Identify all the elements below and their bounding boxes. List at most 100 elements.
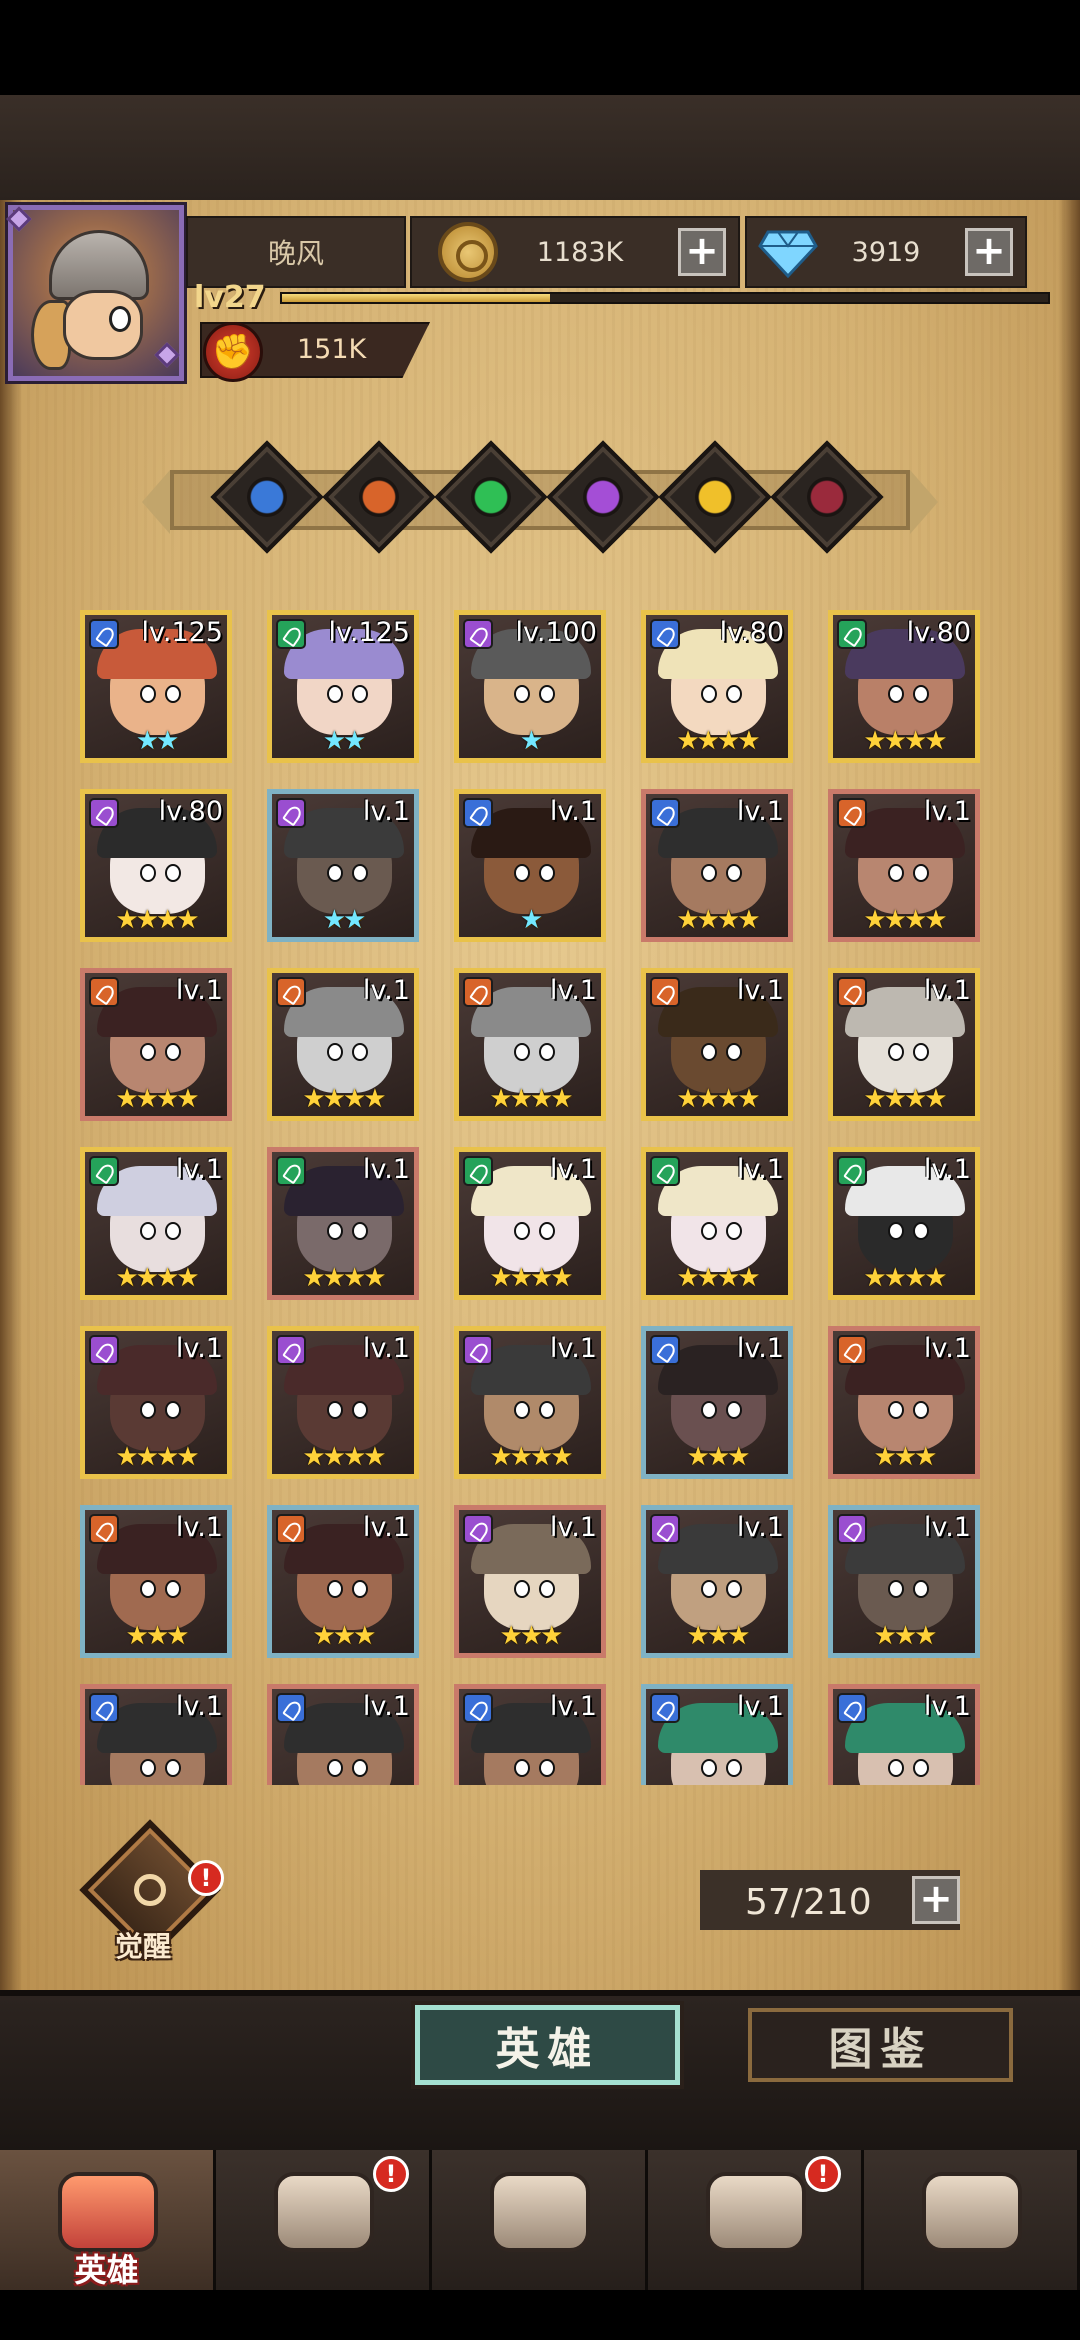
hero-card[interactable]: lv.1 ★★★★ [828,968,980,1121]
hero-card[interactable]: lv.1 ★★★ [641,1326,793,1479]
hero-card[interactable]: lv.1 ★★★ [267,1505,419,1658]
hero-portrait-eye [140,1222,156,1240]
nav-item-1[interactable]: 英雄 [0,2150,216,2290]
hero-class-icon [89,619,119,649]
hero-card[interactable]: lv.1 ★★★★ [641,1147,793,1300]
hero-level: lv.1 [362,1154,410,1185]
hero-card[interactable]: lv.1 ★★★★ [641,968,793,1121]
hero-level: lv.1 [362,1691,410,1722]
nav-item-4[interactable]: ! [648,2150,864,2290]
hero-card[interactable]: lv.1 ★★★★ [828,1147,980,1300]
hero-portrait-eye [726,1759,742,1777]
hero-card[interactable]: lv.1 ★★★ [454,1505,606,1658]
hero-class-icon [463,619,493,649]
add-gold-button[interactable]: + [678,228,726,276]
hero-card[interactable]: lv.80 ★★★★ [80,789,232,942]
filter-right-arrow-icon[interactable] [910,470,938,534]
hero-card[interactable]: lv.1 ★★★★ [641,789,793,942]
hero-portrait-eye [888,685,904,703]
hero-portrait-eye [726,864,742,882]
hero-stars: ★★★★ [676,905,760,935]
hero-card[interactable]: lv.1 ★★★★ [454,1147,606,1300]
hero-stars: ★★★ [125,1621,190,1651]
hero-stars: ★★★★ [115,905,199,935]
faction-blue-icon [247,477,287,517]
hero-class-icon [463,1335,493,1365]
hero-class-icon [276,1156,306,1186]
hero-card[interactable]: lv.125 ★★ [80,610,232,763]
hero-card[interactable]: lv.1 ★★ [267,789,419,942]
hero-card[interactable]: lv.125 ★★ [267,610,419,763]
hero-portrait-eye [726,1222,742,1240]
tab-codex[interactable]: 图鉴 [748,2008,1013,2082]
hero-card[interactable]: lv.1 ★★★★ [80,1147,232,1300]
screen: 晚风 lv27 151K ✊ 1183K + 3919 + lv.125 ★★ lv… [0,0,1080,2340]
hero-class-icon [89,977,119,1007]
nav-item-2[interactable]: ! [216,2150,432,2290]
hero-card[interactable]: lv.1 ★★★ [828,1505,980,1658]
hero-card[interactable]: lv.80 ★★★★ [641,610,793,763]
hero-card[interactable]: lv.1 ★★★★ [80,968,232,1121]
hero-class-icon [837,1335,867,1365]
hero-card[interactable]: lv.1 ★★★ [80,1505,232,1658]
hero-card[interactable]: lv.1 ★ [454,789,606,942]
capacity-value: 57/210 [745,1882,872,1923]
hero-portrait-eye [539,1580,555,1598]
hero-stars: ★ [519,726,543,756]
faction-orange-icon [359,477,399,517]
hero-card[interactable]: lv.1 ★★★★ [267,1326,419,1479]
add-gems-button[interactable]: + [965,228,1013,276]
hero-card[interactable]: lv.1 [454,1684,606,1785]
hero-card[interactable]: lv.1 ★★★★ [828,789,980,942]
hero-portrait-eye [327,1222,343,1240]
hero-card[interactable]: lv.1 ★★★★ [267,1147,419,1300]
hero-stars: ★★★★ [863,1263,947,1293]
faction-green-icon [471,477,511,517]
nav-item-5[interactable] [864,2150,1080,2290]
hero-level: lv.80 [719,617,784,648]
hero-card[interactable]: lv.1 [267,1684,419,1785]
hero-portrait-eye [888,1043,904,1061]
hero-card[interactable]: lv.100 ★ [454,610,606,763]
hero-portrait-eye [913,1043,929,1061]
hero-card[interactable]: lv.1 ★★★★ [80,1326,232,1479]
tab-heroes[interactable]: 英雄 [415,2005,680,2085]
hero-stars: ★★★★ [302,1442,386,1472]
hero-card[interactable]: lv.1 [641,1684,793,1785]
hero-level: lv.100 [515,617,597,648]
hero-class-icon [463,1514,493,1544]
hero-portrait-eye [327,1580,343,1598]
hero-portrait-eye [140,1401,156,1419]
nav-item-3[interactable] [432,2150,648,2290]
filter-left-arrow-icon[interactable] [142,470,170,534]
voyage-flag-icon [274,2172,374,2252]
hero-class-icon [89,1156,119,1186]
hero-portrait-eye [140,864,156,882]
expand-capacity-button[interactable]: + [912,1876,960,1924]
hero-card[interactable]: lv.1 ★★★★ [454,1326,606,1479]
hero-card[interactable]: lv.1 ★★★★ [267,968,419,1121]
hero-level: lv.1 [923,1154,971,1185]
hero-card[interactable]: lv.1 [80,1684,232,1785]
hero-portrait-eye [726,1580,742,1598]
hero-card[interactable]: lv.1 [828,1684,980,1785]
hero-class-icon [276,1693,306,1723]
hero-portrait-eye [165,1401,181,1419]
hero-portrait-eye [327,1401,343,1419]
hero-class-icon [463,1693,493,1723]
hero-portrait-eye [913,1759,929,1777]
hero-card[interactable]: lv.1 ★★★ [828,1326,980,1479]
hero-stars: ★★★★ [676,1263,760,1293]
hero-card[interactable]: lv.80 ★★★★ [828,610,980,763]
hero-portrait-eye [701,1222,717,1240]
hero-portrait-eye [726,1401,742,1419]
hero-class-icon [650,977,680,1007]
hero-class-icon [276,977,306,1007]
hero-portrait-eye [165,1759,181,1777]
hero-class-icon [650,1693,680,1723]
hero-portrait-eye [888,864,904,882]
hero-portrait-eye [701,1043,717,1061]
hero-card[interactable]: lv.1 ★★★ [641,1505,793,1658]
hero-class-icon [276,1514,306,1544]
hero-card[interactable]: lv.1 ★★★★ [454,968,606,1121]
